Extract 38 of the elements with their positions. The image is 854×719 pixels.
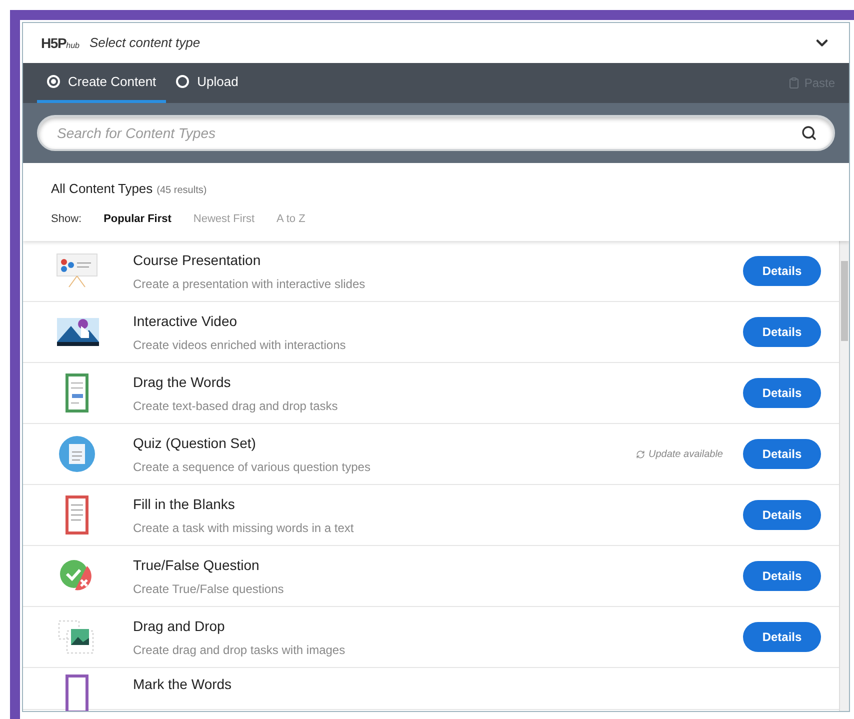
search-icon	[801, 125, 817, 141]
clipboard-icon	[788, 77, 800, 89]
update-notice: Update available	[636, 446, 723, 462]
content-type-title: Interactive Video	[133, 312, 238, 330]
results-count: (45 results)	[156, 184, 207, 198]
content-type-description: Create videos enriched with interactions	[133, 336, 347, 354]
content-type-title: Fill in the Blanks	[133, 494, 236, 514]
hub-logo: H5P	[41, 34, 66, 52]
refresh-icon	[636, 450, 644, 458]
details-button[interactable]: Details	[743, 317, 821, 347]
content-type-description: Create text-based drag and drop tasks	[133, 398, 339, 414]
content-type-title: Mark the Words	[133, 675, 233, 694]
sort-option[interactable]: Popular First	[104, 210, 172, 227]
content-type-title: Quiz (Question Set)	[133, 434, 257, 453]
sort-option[interactable]: A to Z	[276, 210, 306, 227]
scrollbar[interactable]	[839, 241, 849, 711]
details-button[interactable]: Details	[743, 500, 821, 530]
content-type-description: Create a presentation with interactive slides	[133, 276, 366, 292]
details-button[interactable]: Details	[743, 256, 821, 286]
panel-title: Select content type	[90, 34, 200, 52]
content-type-title: Course Presentation	[133, 250, 262, 270]
content-type-description: Create a task with missing words in a text	[133, 520, 355, 536]
tab[interactable]: Upload	[166, 63, 248, 103]
content-type-title: Drag the Words	[133, 372, 232, 392]
search-field[interactable]: Search for Content Types	[37, 115, 835, 151]
results-title: All Content Types	[51, 180, 153, 198]
content-type-title: Drag and Drop	[133, 616, 226, 636]
sort-label: Show:	[51, 212, 82, 226]
details-button[interactable]: Details	[743, 622, 821, 652]
content-type-title: True/False Question	[133, 556, 260, 575]
details-button[interactable]: Details	[743, 439, 821, 469]
sort-option[interactable]: Newest First	[193, 210, 255, 227]
content-type-description: Create drag and drop tasks with images	[133, 642, 346, 658]
details-button[interactable]: Details	[743, 561, 821, 591]
hub-logo-subtitle: hub	[66, 41, 80, 52]
content-type-description: Create True/False questions	[133, 580, 285, 598]
content-type-description: Create a sequence of various question types	[133, 458, 372, 476]
details-button[interactable]: Details	[743, 378, 821, 408]
